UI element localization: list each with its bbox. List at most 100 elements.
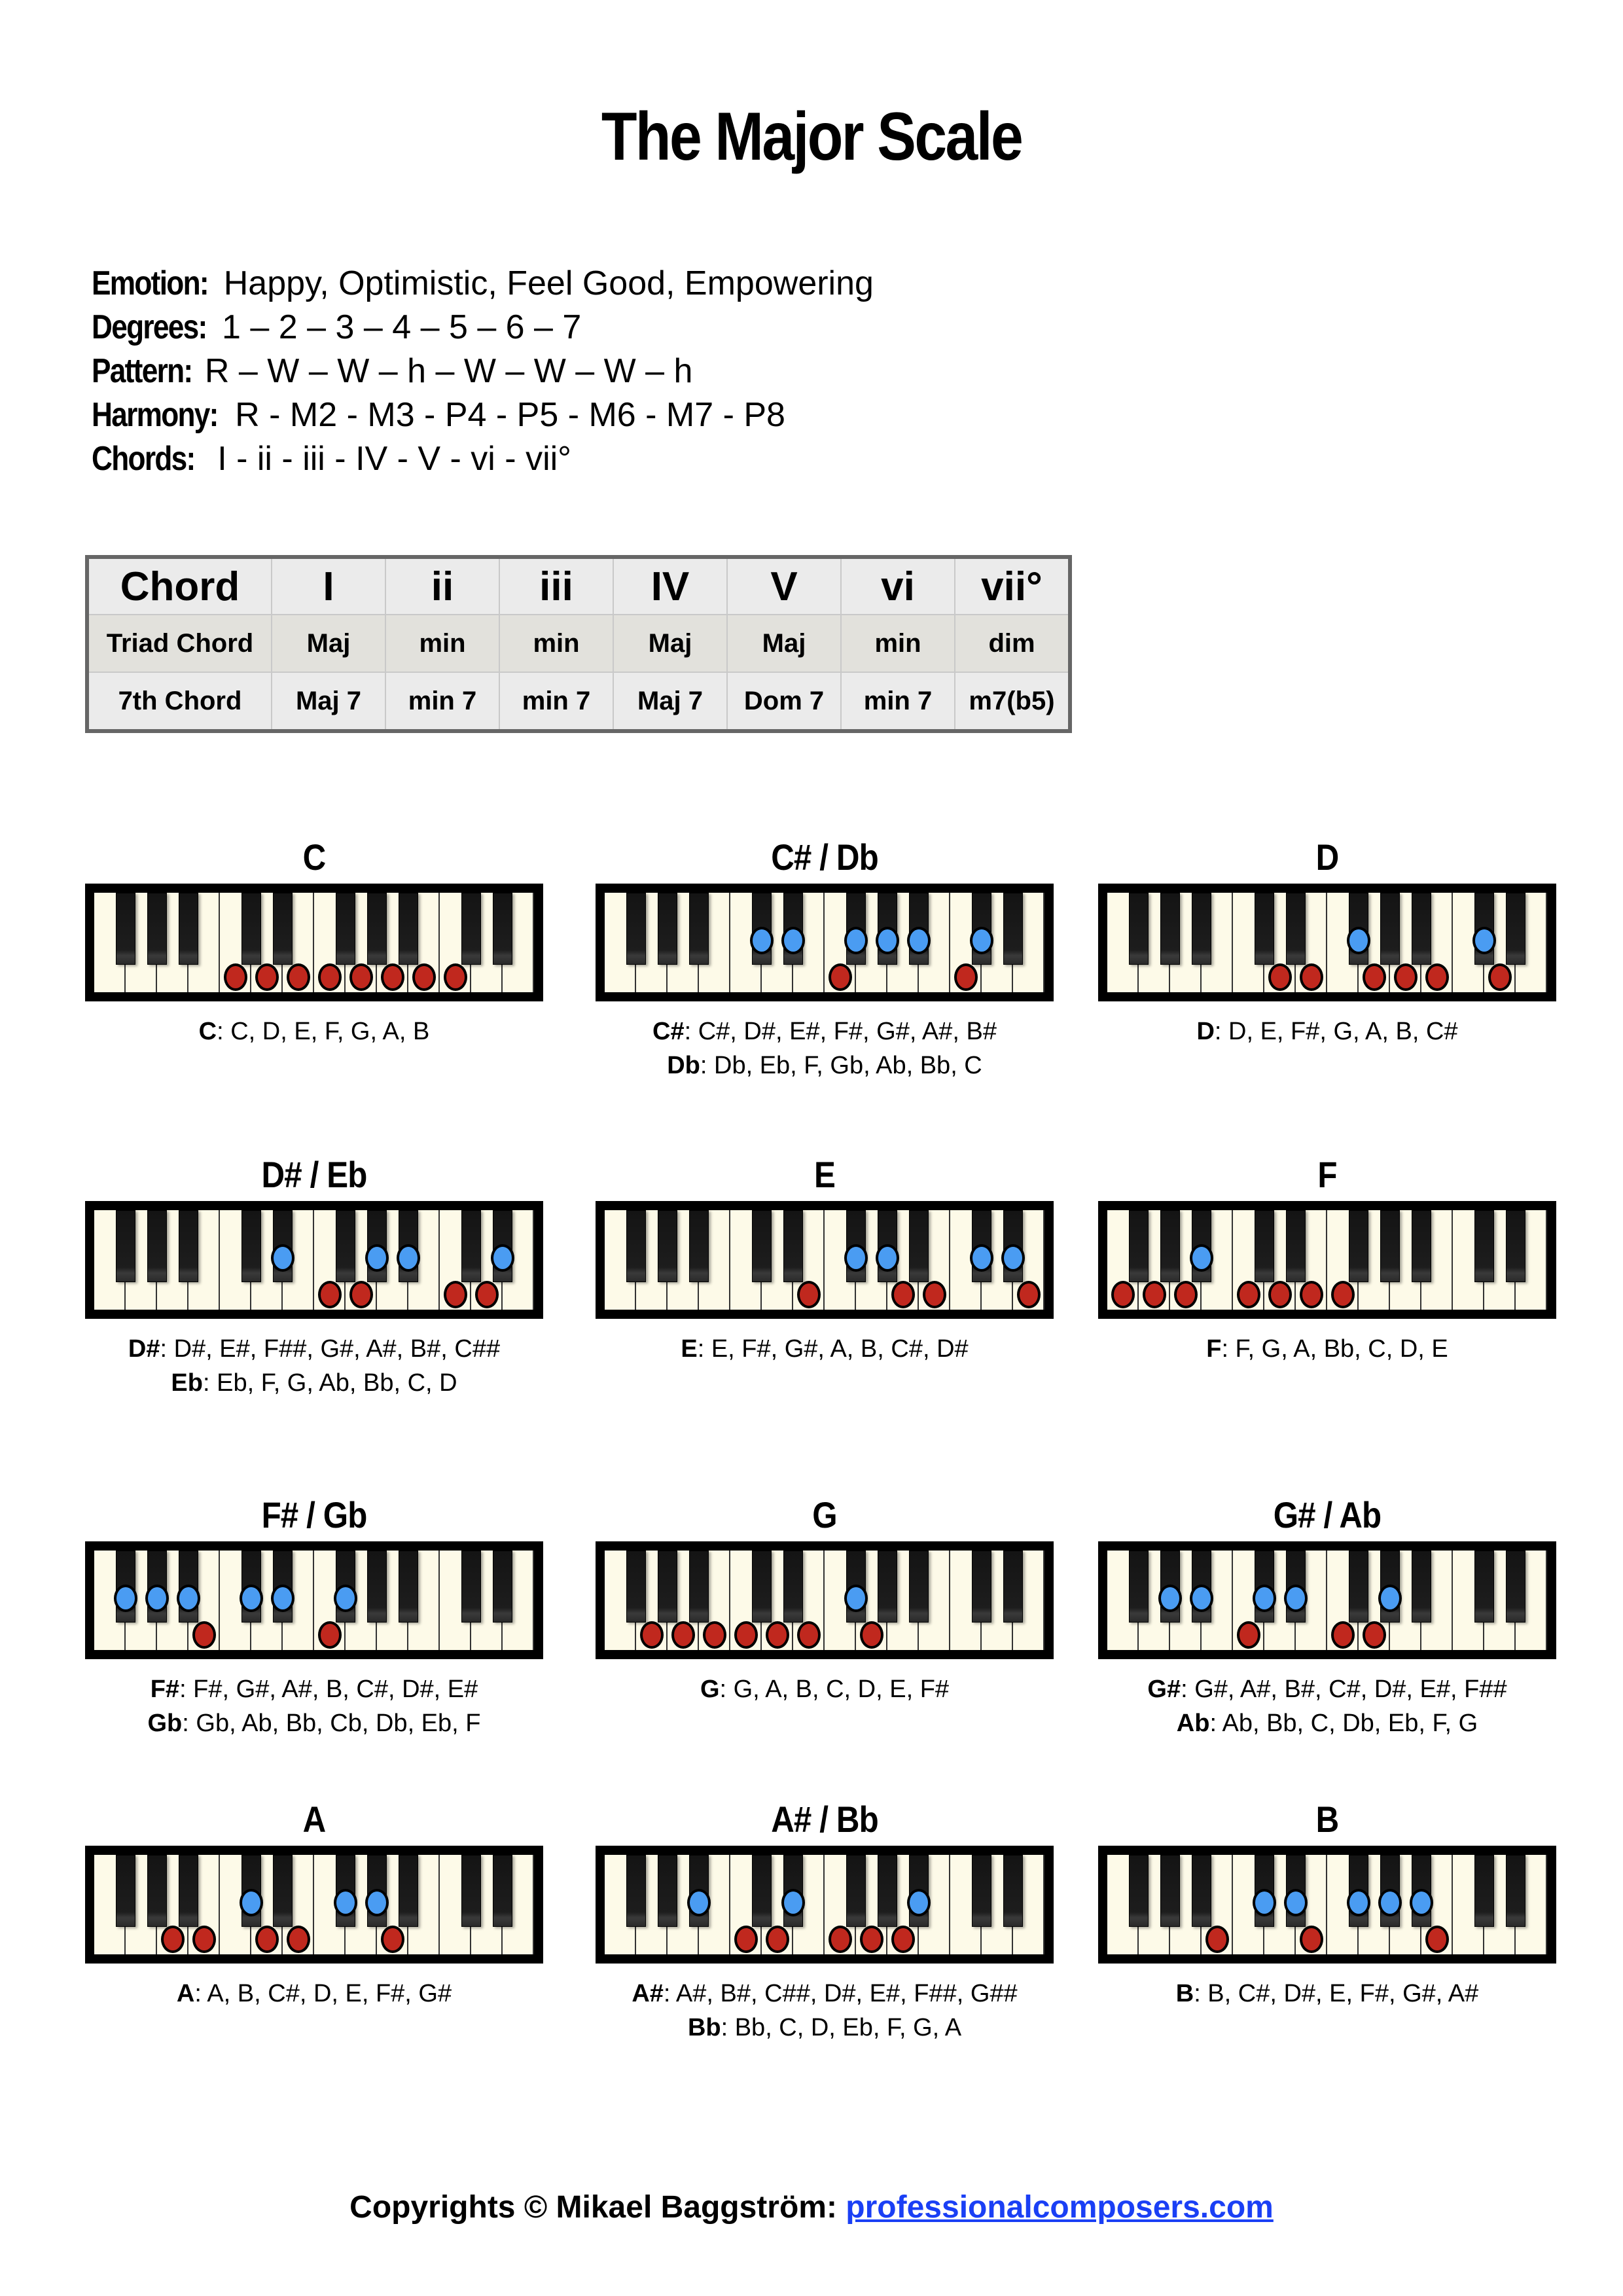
black-note-marker: [397, 1244, 420, 1272]
white-note-marker: [1268, 963, 1292, 991]
scale-notes: G#: G#, A#, B#, C#, D#, E#, F## Ab: Ab, B…: [1098, 1672, 1556, 1740]
black-note-marker: [781, 927, 805, 954]
scale-note-list: : F#, G#, A#, B, C#, D#, E#: [179, 1676, 478, 1703]
white-note-marker: [1331, 1281, 1355, 1308]
chord-table-cell: m7(b5): [954, 672, 1071, 732]
black-key: [241, 1210, 261, 1282]
black-key: [1129, 1551, 1149, 1623]
white-note-marker: [412, 963, 436, 991]
black-key: [1160, 1210, 1180, 1282]
scale-notes: C#: C#, D#, E#, F#, G#, A#, B# Db: Db, Eb…: [596, 1014, 1054, 1083]
scale-note-list: : D#, E#, F##, G#, A#, B#, C##: [160, 1335, 501, 1363]
black-key: [493, 893, 512, 965]
piano-keyboard: [596, 1201, 1054, 1319]
black-key: [1003, 893, 1023, 965]
chord-table-cell: Maj 7: [271, 672, 386, 732]
black-note-marker: [177, 1585, 200, 1612]
chord-table-cell: V: [726, 556, 842, 615]
chord-table-cell: Maj: [726, 614, 842, 673]
scale-note-list: : G, A, B, C, D, E, F#: [719, 1676, 950, 1703]
black-note-marker: [240, 1889, 263, 1916]
black-note-marker: [240, 1585, 263, 1612]
scale-note-list: : Ab, Bb, C, Db, Eb, F, G: [1209, 1710, 1478, 1737]
scale-notes: F#: F#, G#, A#, B, C#, D#, E# Gb: Gb, Ab,…: [85, 1672, 543, 1740]
white-note-marker: [1237, 1281, 1260, 1308]
info-emotion: Emotion: Happy, Optimistic, Feel Good, E…: [92, 264, 874, 302]
scale-notes: F: F, G, A, Bb, C, D, E: [1098, 1332, 1556, 1366]
black-key: [399, 1855, 418, 1927]
black-key: [1255, 1210, 1274, 1282]
chord-table-cell: I: [271, 556, 386, 615]
black-note-marker: [844, 1585, 868, 1612]
scale-block: G G: G, A, B, C, D, E, F#: [596, 1489, 1054, 1706]
chord-table-cell: min 7: [840, 672, 955, 732]
black-note-marker: [365, 1889, 389, 1916]
black-key: [273, 893, 293, 965]
white-note-marker: [318, 1621, 342, 1649]
white-note-marker: [255, 1926, 279, 1953]
black-key: [752, 1551, 772, 1623]
white-note-marker: [891, 1281, 915, 1308]
scale-key-label: F#: [150, 1676, 180, 1703]
black-note-marker: [781, 1889, 805, 1916]
scale-block: E E: E, F#, G#, A, B, C#, D#: [596, 1149, 1054, 1366]
black-key: [116, 1855, 135, 1927]
black-key: [689, 1210, 709, 1282]
scale-key-label: A: [176, 1980, 195, 2007]
black-key: [1349, 1551, 1368, 1623]
white-note-marker: [923, 1281, 946, 1308]
black-note-marker: [1190, 1585, 1213, 1612]
piano-keyboard: [85, 884, 543, 1001]
black-key: [399, 1551, 418, 1623]
scale-name: A# / Bb: [771, 1799, 878, 1840]
black-key: [1380, 893, 1400, 965]
black-key: [658, 1855, 677, 1927]
black-key: [626, 893, 646, 965]
black-key: [147, 1210, 167, 1282]
scale-notes: D: D, E, F#, G, A, B, C#: [1098, 1014, 1556, 1049]
piano-keyboard: [85, 1541, 543, 1659]
chord-table-triad-row: Triad Chord Maj min min Maj Maj min dim: [86, 614, 1071, 673]
black-key: [1506, 1551, 1525, 1623]
white-note-marker: [766, 1926, 789, 1953]
scale-notes-line: Db: Db, Eb, F, Gb, Ab, Bb, C: [596, 1049, 1054, 1083]
white-note-marker: [255, 963, 279, 991]
black-key: [1255, 893, 1274, 965]
website-link[interactable]: professionalcomposers.com: [846, 2190, 1274, 2225]
scale-notes: A: A, B, C#, D, E, F#, G#: [85, 1977, 543, 2011]
white-note-marker: [829, 1926, 852, 1953]
black-note-marker: [1378, 1585, 1402, 1612]
black-key: [241, 893, 261, 965]
scale-name: A: [302, 1799, 327, 1840]
black-key: [493, 1855, 512, 1927]
chord-table-cell: ii: [385, 556, 500, 615]
piano-keyboard: [1098, 884, 1556, 1001]
scale-name: G# / Ab: [1273, 1494, 1382, 1535]
scale-key-label: G#: [1147, 1676, 1181, 1703]
black-key: [689, 1551, 709, 1623]
black-key: [336, 1210, 355, 1282]
scale-name: C: [302, 836, 327, 878]
scale-name: D# / Eb: [261, 1154, 368, 1195]
black-key: [179, 1210, 198, 1282]
chord-table-cell: Maj 7: [613, 672, 728, 732]
chord-table-cell: Chord: [86, 556, 272, 615]
scale-notes-line: F: F, G, A, Bb, C, D, E: [1098, 1332, 1556, 1366]
chord-table-cell: vii°: [954, 556, 1071, 615]
scale-name: F: [1317, 1154, 1337, 1195]
scale-notes-line: C#: C#, D#, E#, F#, G#, A#, B#: [596, 1014, 1054, 1049]
black-note-marker: [844, 927, 868, 954]
black-note-marker: [114, 1585, 137, 1612]
black-key: [1003, 1551, 1023, 1623]
black-note-marker: [1158, 1585, 1182, 1612]
chord-table-cell: min: [840, 614, 955, 673]
black-note-marker: [1253, 1889, 1276, 1916]
black-key: [1160, 893, 1180, 965]
black-key: [1412, 1210, 1431, 1282]
white-note-marker: [318, 963, 342, 991]
white-note-marker: [1363, 1621, 1386, 1649]
scale-note-list: : Db, Eb, F, Gb, Ab, Bb, C: [700, 1052, 982, 1079]
scale-block: A A: A, B, C#, D, E, F#, G#: [85, 1793, 543, 2011]
scale-note-list: : A, B, C#, D, E, F#, G#: [194, 1980, 452, 2007]
scale-name: C# / Db: [771, 836, 878, 878]
